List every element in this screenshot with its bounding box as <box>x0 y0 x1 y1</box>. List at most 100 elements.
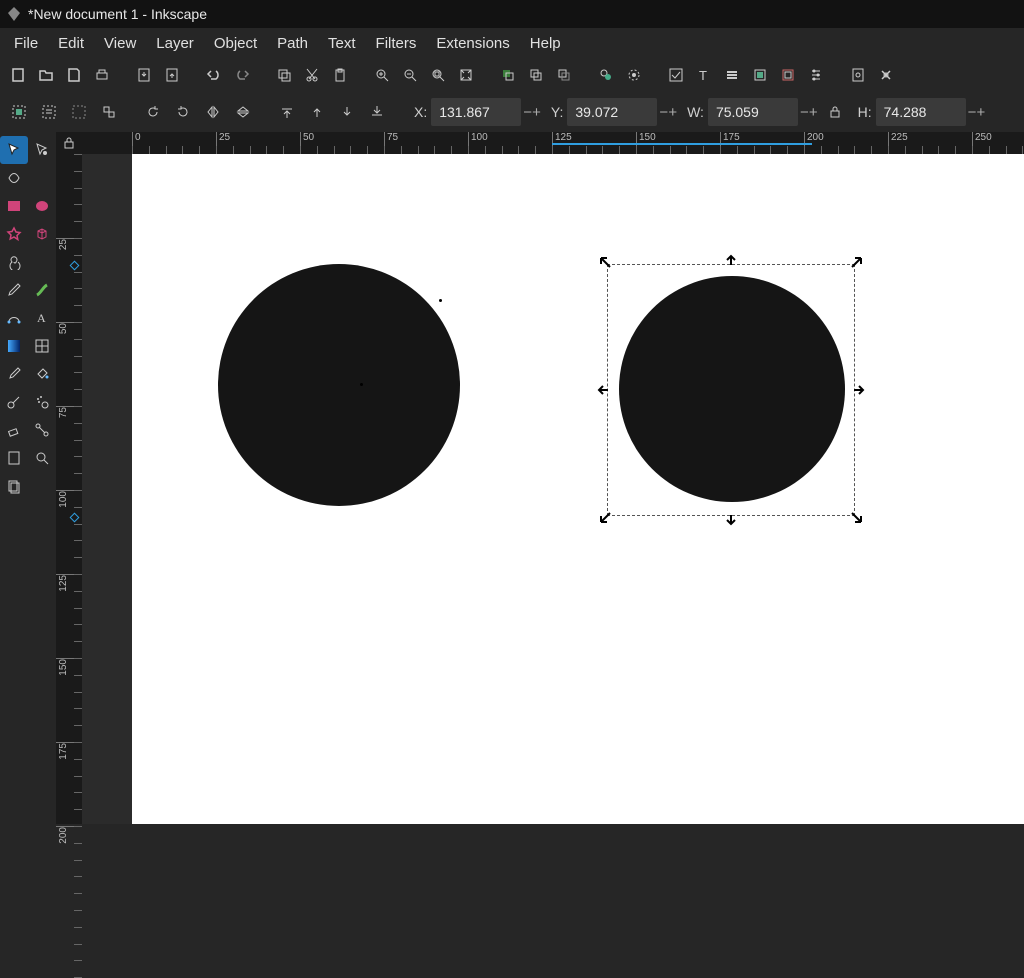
tool-spiral[interactable] <box>0 248 28 276</box>
menu-help[interactable]: Help <box>520 31 571 56</box>
cut-button[interactable] <box>298 61 326 89</box>
flip-v-button[interactable] <box>228 97 258 127</box>
handle-w[interactable] <box>596 383 610 397</box>
tool-cube[interactable] <box>28 220 56 248</box>
align-dialog-button[interactable] <box>774 61 802 89</box>
copy-button[interactable] <box>270 61 298 89</box>
save-file-button[interactable] <box>60 61 88 89</box>
handle-e[interactable] <box>852 383 866 397</box>
text-dialog-button[interactable]: T <box>690 61 718 89</box>
raise-button[interactable] <box>302 97 332 127</box>
handle-ne[interactable] <box>850 255 864 269</box>
export-button[interactable] <box>158 61 186 89</box>
toolbox: A <box>0 132 56 824</box>
paste-button[interactable] <box>326 61 354 89</box>
tool-bezier[interactable] <box>0 304 28 332</box>
h-input[interactable] <box>876 98 966 126</box>
group-button[interactable] <box>592 61 620 89</box>
preferences-button[interactable] <box>802 61 830 89</box>
x-input[interactable] <box>431 98 521 126</box>
tool-text[interactable]: A <box>28 304 56 332</box>
tool-eraser[interactable] <box>0 416 28 444</box>
xml-dialog-button[interactable] <box>746 61 774 89</box>
y-input[interactable] <box>567 98 657 126</box>
layers-dialog-button[interactable] <box>718 61 746 89</box>
redo-button[interactable] <box>228 61 256 89</box>
menu-bar: FileEditViewLayerObjectPathTextFiltersEx… <box>0 28 1024 58</box>
tool-mesh[interactable] <box>28 332 56 360</box>
rotate-ccw-button[interactable] <box>138 97 168 127</box>
h-label: H: <box>858 104 872 120</box>
tool-spray[interactable] <box>28 388 56 416</box>
clone-button[interactable] <box>522 61 550 89</box>
raise-top-button[interactable] <box>272 97 302 127</box>
handle-se[interactable] <box>850 511 864 525</box>
menu-view[interactable]: View <box>94 31 146 56</box>
menu-text[interactable]: Text <box>318 31 366 56</box>
ungroup-button[interactable] <box>620 61 648 89</box>
menu-edit[interactable]: Edit <box>48 31 94 56</box>
zoom-in-button[interactable] <box>368 61 396 89</box>
h-stepper[interactable]: − + <box>968 104 984 121</box>
duplicate-button[interactable] <box>494 61 522 89</box>
handle-s[interactable] <box>724 513 738 527</box>
menu-file[interactable]: File <box>4 31 48 56</box>
menu-extensions[interactable]: Extensions <box>426 31 519 56</box>
tool-tweak[interactable] <box>0 388 28 416</box>
tool-paint-bucket[interactable] <box>28 360 56 388</box>
ellipse-object-2[interactable] <box>619 276 845 502</box>
open-file-button[interactable] <box>32 61 60 89</box>
tool-gradient[interactable] <box>0 332 28 360</box>
w-input[interactable] <box>708 98 798 126</box>
select-all-layers-button[interactable] <box>34 97 64 127</box>
lower-button[interactable] <box>332 97 362 127</box>
tool-lpe[interactable] <box>0 444 28 472</box>
tool-dropper[interactable] <box>0 360 28 388</box>
ellipse-object-1[interactable] <box>218 264 460 506</box>
unlink-clone-button[interactable] <box>550 61 578 89</box>
doc-properties-button[interactable] <box>844 61 872 89</box>
tool-rectangle[interactable] <box>0 192 28 220</box>
tool-selector[interactable] <box>0 136 28 164</box>
deselect-button[interactable] <box>64 97 94 127</box>
flip-h-button[interactable] <box>198 97 228 127</box>
zoom-page-button[interactable] <box>452 61 480 89</box>
undo-button[interactable] <box>200 61 228 89</box>
lower-bottom-button[interactable] <box>362 97 392 127</box>
tool-pages[interactable] <box>0 472 28 500</box>
select-all-button[interactable] <box>4 97 34 127</box>
coord-toolbar: X: − + Y: − + W: − + H: − + <box>0 92 1024 132</box>
print-button[interactable] <box>88 61 116 89</box>
toggle-selection-button[interactable] <box>94 97 124 127</box>
canvas[interactable] <box>82 154 1024 824</box>
zoom-fit-button[interactable] <box>424 61 452 89</box>
menu-layer[interactable]: Layer <box>146 31 204 56</box>
preferences2-button[interactable] <box>872 61 900 89</box>
tool-pencil[interactable] <box>0 276 28 304</box>
lock-guides-button[interactable] <box>56 132 82 154</box>
handle-nw[interactable] <box>598 255 612 269</box>
menu-filters[interactable]: Filters <box>366 31 427 56</box>
handle-sw[interactable] <box>598 511 612 525</box>
x-stepper[interactable]: − + <box>523 104 539 121</box>
tool-calligraphy[interactable] <box>28 276 56 304</box>
y-stepper[interactable]: − + <box>659 104 675 121</box>
zoom-out-button[interactable] <box>396 61 424 89</box>
tool-zoom[interactable] <box>28 444 56 472</box>
menu-path[interactable]: Path <box>267 31 318 56</box>
new-file-button[interactable] <box>4 61 32 89</box>
tool-connector[interactable] <box>28 416 56 444</box>
tool-ellipse[interactable] <box>28 192 56 220</box>
horizontal-ruler[interactable]: 0255075100125150175200225250 <box>82 132 1024 154</box>
menu-object[interactable]: Object <box>204 31 267 56</box>
import-button[interactable] <box>130 61 158 89</box>
handle-n[interactable] <box>724 253 738 267</box>
lock-aspect-button[interactable] <box>820 97 850 127</box>
w-stepper[interactable]: − + <box>800 104 816 121</box>
rotate-cw-button[interactable] <box>168 97 198 127</box>
tool-shape-builder[interactable] <box>0 164 28 192</box>
tool-star[interactable] <box>0 220 28 248</box>
fill-stroke-button[interactable] <box>662 61 690 89</box>
tool-node-editor[interactable] <box>28 136 56 164</box>
vertical-ruler[interactable]: 255075100125150175200 <box>56 154 82 824</box>
